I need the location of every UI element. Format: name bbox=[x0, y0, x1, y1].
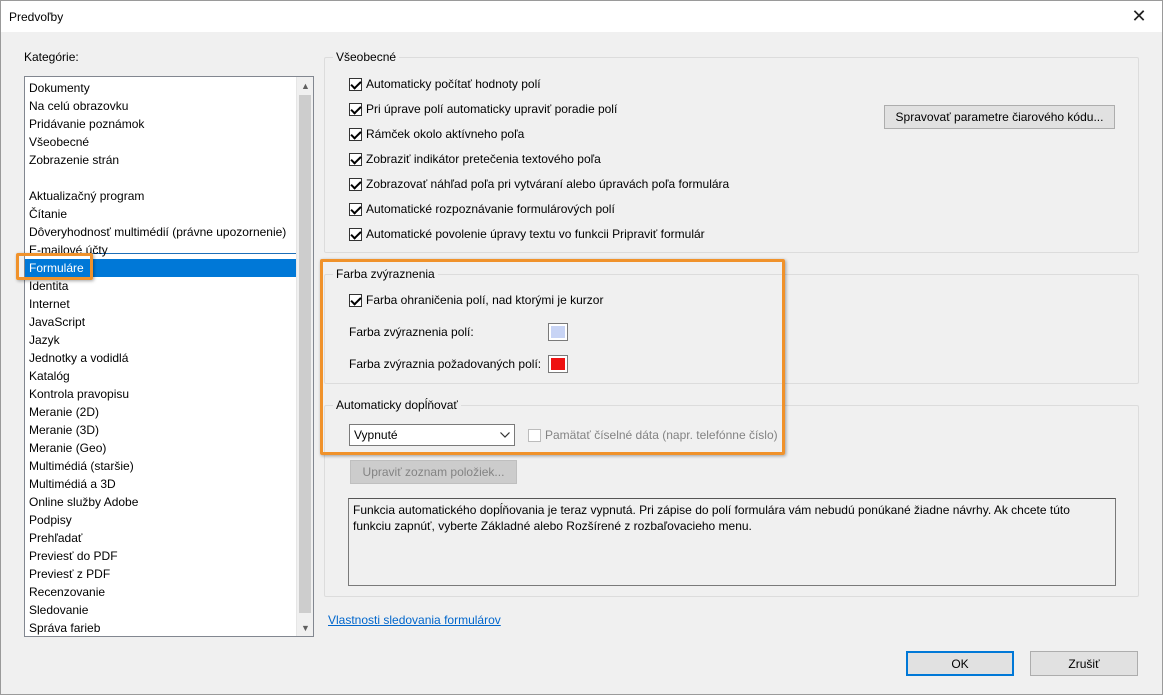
general-checkbox-label: Automaticky počítať hodnoty polí bbox=[366, 77, 541, 91]
category-item[interactable]: Zobrazenie strán bbox=[25, 151, 297, 169]
title-bar: Predvoľby ✕ bbox=[1, 1, 1162, 32]
category-item[interactable]: Prehľadať bbox=[25, 529, 297, 547]
general-checkbox[interactable] bbox=[349, 102, 362, 116]
categories-scrollbar[interactable]: ▲ ▼ bbox=[296, 77, 313, 636]
category-item[interactable]: Previesť do PDF bbox=[25, 547, 297, 565]
category-item[interactable]: Jednotky a vodidlá bbox=[25, 349, 297, 367]
category-item[interactable]: Aktualizačný program bbox=[25, 187, 297, 205]
general-checkbox-label: Pri úprave polí automaticky upraviť pora… bbox=[366, 102, 618, 116]
category-item[interactable]: Dokumenty bbox=[25, 79, 297, 97]
general-checkbox-label: Automatické rozpoznávanie formulárových … bbox=[366, 202, 615, 216]
selected-category-highlight bbox=[16, 253, 93, 280]
category-item[interactable]: Všeobecné bbox=[25, 133, 297, 151]
category-item[interactable]: Podpisy bbox=[25, 511, 297, 529]
scroll-down-icon[interactable]: ▼ bbox=[297, 619, 313, 636]
general-checkbox-label: Automatické povolenie úpravy textu vo fu… bbox=[366, 227, 705, 241]
categories-list[interactable]: Dokumenty Na celú obrazovku Pridávanie poz… bbox=[24, 76, 314, 637]
category-item[interactable]: Internet bbox=[25, 295, 297, 313]
general-checkbox-label: Zobrazovať náhľad poľa pri vytváraní ale… bbox=[366, 177, 730, 191]
close-icon[interactable]: ✕ bbox=[1116, 1, 1162, 32]
category-item[interactable]: Meranie (2D) bbox=[25, 403, 297, 421]
preferences-dialog: Predvoľby ✕ Kategórie: Dokumenty Na celú … bbox=[0, 0, 1163, 695]
category-item[interactable]: Meranie (3D) bbox=[25, 421, 297, 439]
general-checkbox-row[interactable]: Pri úprave polí automaticky upraviť pora… bbox=[349, 101, 617, 117]
category-item[interactable]: Dôveryhodnosť multimédií (právne upozorn… bbox=[25, 223, 297, 241]
window-title: Predvoľby bbox=[9, 10, 64, 24]
general-checkbox-label: Zobraziť indikátor pretečenia textového … bbox=[366, 152, 601, 166]
category-item[interactable]: Previesť z PDF bbox=[25, 565, 297, 583]
general-checkbox[interactable] bbox=[349, 177, 362, 191]
general-checkbox[interactable] bbox=[349, 202, 362, 216]
general-checkbox-row[interactable]: Automatické povolenie úpravy textu vo fu… bbox=[349, 226, 705, 242]
category-item[interactable]: Na celú obrazovku bbox=[25, 97, 297, 115]
scroll-up-icon[interactable]: ▲ bbox=[297, 77, 313, 94]
category-item[interactable]: Správa farieb bbox=[25, 619, 297, 636]
manage-barcode-button[interactable]: Spravovať parametre čiarového kódu... bbox=[884, 105, 1115, 129]
ok-button[interactable]: OK bbox=[906, 651, 1014, 676]
general-checkbox[interactable] bbox=[349, 127, 362, 141]
category-item[interactable]: Pridávanie poznámok bbox=[25, 115, 297, 133]
general-checkbox-label: Rámček okolo aktívneho poľa bbox=[366, 127, 525, 141]
category-item[interactable]: Kontrola pravopisu bbox=[25, 385, 297, 403]
category-item[interactable]: Recenzovanie bbox=[25, 583, 297, 601]
category-item[interactable]: Čítanie bbox=[25, 205, 297, 223]
category-item[interactable]: Katalóg bbox=[25, 367, 297, 385]
general-checkbox[interactable] bbox=[349, 77, 362, 91]
category-item[interactable]: Sledovanie bbox=[25, 601, 297, 619]
general-checkbox-row[interactable]: Zobraziť indikátor pretečenia textového … bbox=[349, 151, 601, 167]
general-checkbox-row[interactable]: Rámček okolo aktívneho poľa bbox=[349, 126, 524, 142]
cancel-button[interactable]: Zrušiť bbox=[1030, 651, 1138, 676]
general-checkbox[interactable] bbox=[349, 152, 362, 166]
categories-label: Kategórie: bbox=[24, 50, 79, 64]
category-item[interactable]: Jazyk bbox=[25, 331, 297, 349]
settings-highlight-box bbox=[320, 259, 785, 455]
category-item[interactable]: Meranie (Geo) bbox=[25, 439, 297, 457]
category-item[interactable]: Multimédiá (staršie) bbox=[25, 457, 297, 475]
edit-entry-list-button[interactable]: Upraviť zoznam položiek... bbox=[350, 460, 517, 484]
general-checkbox-row[interactable]: Zobrazovať náhľad poľa pri vytváraní ale… bbox=[349, 176, 729, 192]
category-item[interactable]: Multimédiá a 3D bbox=[25, 475, 297, 493]
general-checkbox-row[interactable]: Automaticky počítať hodnoty polí bbox=[349, 76, 541, 92]
form-tracking-link[interactable]: Vlastnosti sledovania formulárov bbox=[328, 613, 501, 627]
category-item[interactable]: Online služby Adobe bbox=[25, 493, 297, 511]
general-checkbox-row[interactable]: Automatické rozpoznávanie formulárových … bbox=[349, 201, 615, 217]
scrollbar-thumb[interactable] bbox=[299, 95, 311, 613]
general-group-title: Všeobecné bbox=[333, 50, 400, 64]
general-checkbox[interactable] bbox=[349, 227, 362, 241]
autocomplete-description: Funkcia automatického dopĺňovania je ter… bbox=[348, 498, 1116, 586]
category-item[interactable]: JavaScript bbox=[25, 313, 297, 331]
